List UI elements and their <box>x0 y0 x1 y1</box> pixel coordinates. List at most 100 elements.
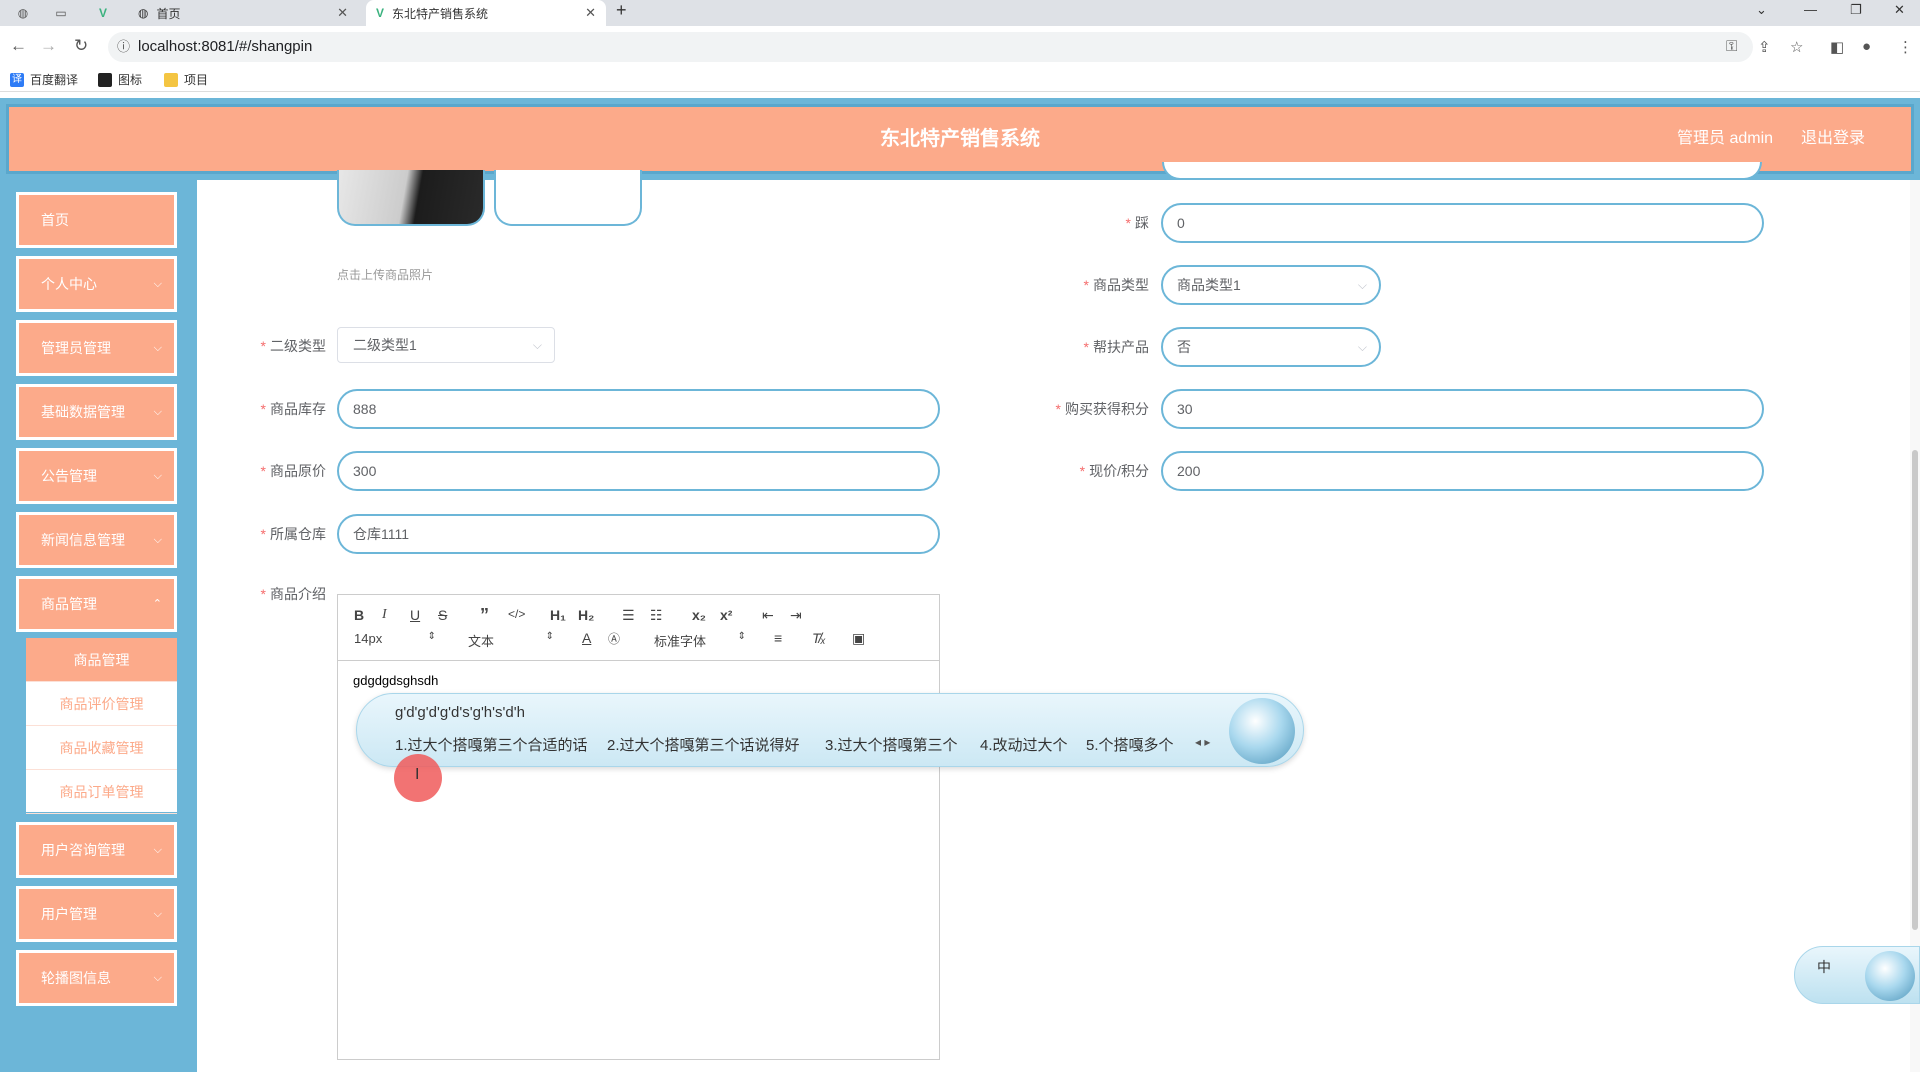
minimize-button[interactable]: — <box>1804 2 1817 17</box>
ime-candidate[interactable]: 1.过大个搭嘎第三个合适的话 <box>395 734 588 755</box>
points-input[interactable]: 30 <box>1161 389 1764 429</box>
tab-title: 首页 <box>156 6 181 21</box>
ime-status-widget[interactable]: 中 <box>1794 946 1920 1004</box>
required-star: * <box>1125 215 1131 231</box>
warehouse-input[interactable]: 仓库1111 <box>337 514 940 554</box>
now-price-input[interactable]: 200 <box>1161 451 1764 491</box>
background-color-icon[interactable]: Ⓐ <box>608 630 620 647</box>
underline-icon[interactable]: U <box>410 607 420 623</box>
sidebar-item-basedata[interactable]: 基础数据管理 ⌵ <box>16 384 177 440</box>
price-input[interactable]: 300 <box>337 451 940 491</box>
sidebar-item-consult[interactable]: 用户咨询管理 ⌵ <box>16 822 177 878</box>
product-photo-thumbnail[interactable] <box>337 170 485 226</box>
chevron-down-icon[interactable]: ⌄ <box>1756 2 1767 18</box>
sidebar: 首页 个人中心 ⌵ 管理员管理 ⌵ 基础数据管理 ⌵ 公告管理 ⌵ 新闻信息管理 ⌵ 商品… <box>0 180 197 1072</box>
submenu-item-reviews[interactable]: 商品评价管理 <box>26 682 177 726</box>
align-icon[interactable]: ≡ <box>774 630 782 646</box>
bookmark-label: 图标 <box>118 73 143 87</box>
font-size-select[interactable]: 14px ⇕ <box>354 631 436 646</box>
image-icon[interactable]: ▣ <box>852 630 865 647</box>
bookmark-project[interactable]: 项目 <box>164 71 208 88</box>
pinned-tab-icon[interactable]: ▭ <box>50 4 72 22</box>
menu-icon[interactable]: ⋮ <box>1898 38 1913 56</box>
address-bar-row: ← → ↻ ⓘ localhost:8081/#/shangpin ⚿ ⇪ ☆ … <box>0 26 1920 68</box>
tab-active[interactable]: V 东北特产销售系统 ✕ <box>366 0 606 26</box>
submenu-item-favorites[interactable]: 商品收藏管理 <box>26 726 177 770</box>
url-field[interactable]: ⓘ localhost:8081/#/shangpin <box>108 32 1753 62</box>
forward-icon[interactable]: → <box>40 36 57 56</box>
field-label: * 商品类型 <box>1083 277 1149 293</box>
back-icon[interactable]: ← <box>10 36 27 56</box>
type-select[interactable]: 商品类型1 ⌵ <box>1161 265 1381 305</box>
ime-page-arrows-icon[interactable]: ◂ ▸ <box>1195 735 1210 749</box>
submenu-item-orders[interactable]: 商品订单管理 <box>26 770 177 814</box>
outdent-icon[interactable]: ⇤ <box>762 607 774 624</box>
logout-link[interactable]: 退出登录 <box>1801 107 1865 171</box>
sidebar-item-news[interactable]: 新闻信息管理 ⌵ <box>16 512 177 568</box>
submenu-item-goods[interactable]: 商品管理 <box>26 638 177 682</box>
bookmarks-bar: 译 百度翻译 图标 项目 <box>0 68 1920 92</box>
close-icon[interactable]: ✕ <box>585 5 596 21</box>
bullet-list-icon[interactable]: ☷ <box>650 607 663 624</box>
sidebar-item-users[interactable]: 用户管理 ⌵ <box>16 886 177 942</box>
updown-icon: ⇕ <box>545 631 554 642</box>
ordered-list-icon[interactable]: ☰ <box>622 607 635 624</box>
chevron-down-icon: ⌵ <box>153 342 162 354</box>
sidepanel-icon[interactable]: ◧ <box>1830 38 1844 56</box>
bookmark-baidu-translate[interactable]: 译 百度翻译 <box>10 71 78 88</box>
italic-icon[interactable]: I <box>382 607 387 623</box>
sidebar-item-goods[interactable]: 商品管理 ⌃ <box>16 576 177 632</box>
close-icon[interactable]: ✕ <box>337 5 348 21</box>
sidebar-item-profile[interactable]: 个人中心 ⌵ <box>16 256 177 312</box>
required-star: * <box>1083 339 1089 355</box>
superscript-icon[interactable]: x² <box>720 607 732 623</box>
font-color-icon[interactable]: A <box>582 630 591 646</box>
key-icon[interactable]: ⚿ <box>1726 38 1737 55</box>
field-label: * 购买获得积分 <box>1055 401 1149 417</box>
star-icon[interactable]: ☆ <box>1790 38 1803 56</box>
cai-input[interactable]: 0 <box>1161 203 1764 243</box>
help-select[interactable]: 否 ⌵ <box>1161 327 1381 367</box>
field-label: * 帮扶产品 <box>1083 339 1149 355</box>
ime-candidate[interactable]: 3.过大个搭嘎第三个 <box>825 734 958 755</box>
partial-input-field[interactable] <box>1162 162 1762 180</box>
subtype-select[interactable]: 二级类型1 ⌵ <box>337 327 555 363</box>
stock-input[interactable]: 888 <box>337 389 940 429</box>
sidebar-item-admin[interactable]: 管理员管理 ⌵ <box>16 320 177 376</box>
page-scrollbar[interactable] <box>1910 180 1920 1072</box>
profile-icon[interactable]: ● <box>1862 38 1871 55</box>
close-window-button[interactable]: ✕ <box>1894 2 1905 18</box>
scroll-thumb[interactable] <box>1912 450 1918 930</box>
sidebar-item-carousel[interactable]: 轮播图信息 ⌵ <box>16 950 177 1006</box>
h2-icon[interactable]: H₂ <box>578 607 594 623</box>
blockquote-icon[interactable]: ” <box>480 605 489 626</box>
indent-icon[interactable]: ⇥ <box>790 607 802 624</box>
bold-icon[interactable]: B <box>354 607 364 623</box>
new-tab-button[interactable]: + <box>616 0 627 21</box>
info-icon[interactable]: ⓘ <box>117 32 130 62</box>
vue-icon[interactable]: V <box>92 4 114 22</box>
text-style-select[interactable]: 文本 ⇕ <box>468 631 554 650</box>
font-family-select[interactable]: 标准字体 ⇕ <box>654 631 746 650</box>
share-icon[interactable]: ⇪ <box>1758 38 1771 56</box>
subscript-icon[interactable]: x₂ <box>692 607 706 623</box>
strikethrough-icon[interactable]: S <box>438 607 447 623</box>
code-icon[interactable]: </> <box>508 607 525 621</box>
ime-candidate[interactable]: 2.过大个搭嘎第三个话说得好 <box>607 734 800 755</box>
tab-home[interactable]: ◍ 首页 ✕ <box>128 0 358 26</box>
photo-upload-slot[interactable] <box>494 170 642 226</box>
required-star: * <box>260 586 266 602</box>
ime-candidate[interactable]: 5.个搭嘎多个 <box>1086 734 1174 755</box>
field-label: * 二级类型 <box>260 338 326 354</box>
globe-icon[interactable]: ◍ <box>12 4 34 22</box>
sidebar-item-label: 用户管理 <box>41 906 97 922</box>
restore-button[interactable]: ❐ <box>1850 2 1862 18</box>
editor-content[interactable]: gdgdgdsghsdh <box>353 673 438 688</box>
reload-icon[interactable]: ↻ <box>74 36 88 56</box>
ime-candidate[interactable]: 4.改动过大个 <box>980 734 1068 755</box>
sidebar-item-notice[interactable]: 公告管理 ⌵ <box>16 448 177 504</box>
bookmark-icons[interactable]: 图标 <box>98 71 142 88</box>
sidebar-item-home[interactable]: 首页 <box>16 192 177 248</box>
clear-format-icon[interactable]: T̸ₓ <box>812 630 826 646</box>
h1-icon[interactable]: H₁ <box>550 607 566 623</box>
